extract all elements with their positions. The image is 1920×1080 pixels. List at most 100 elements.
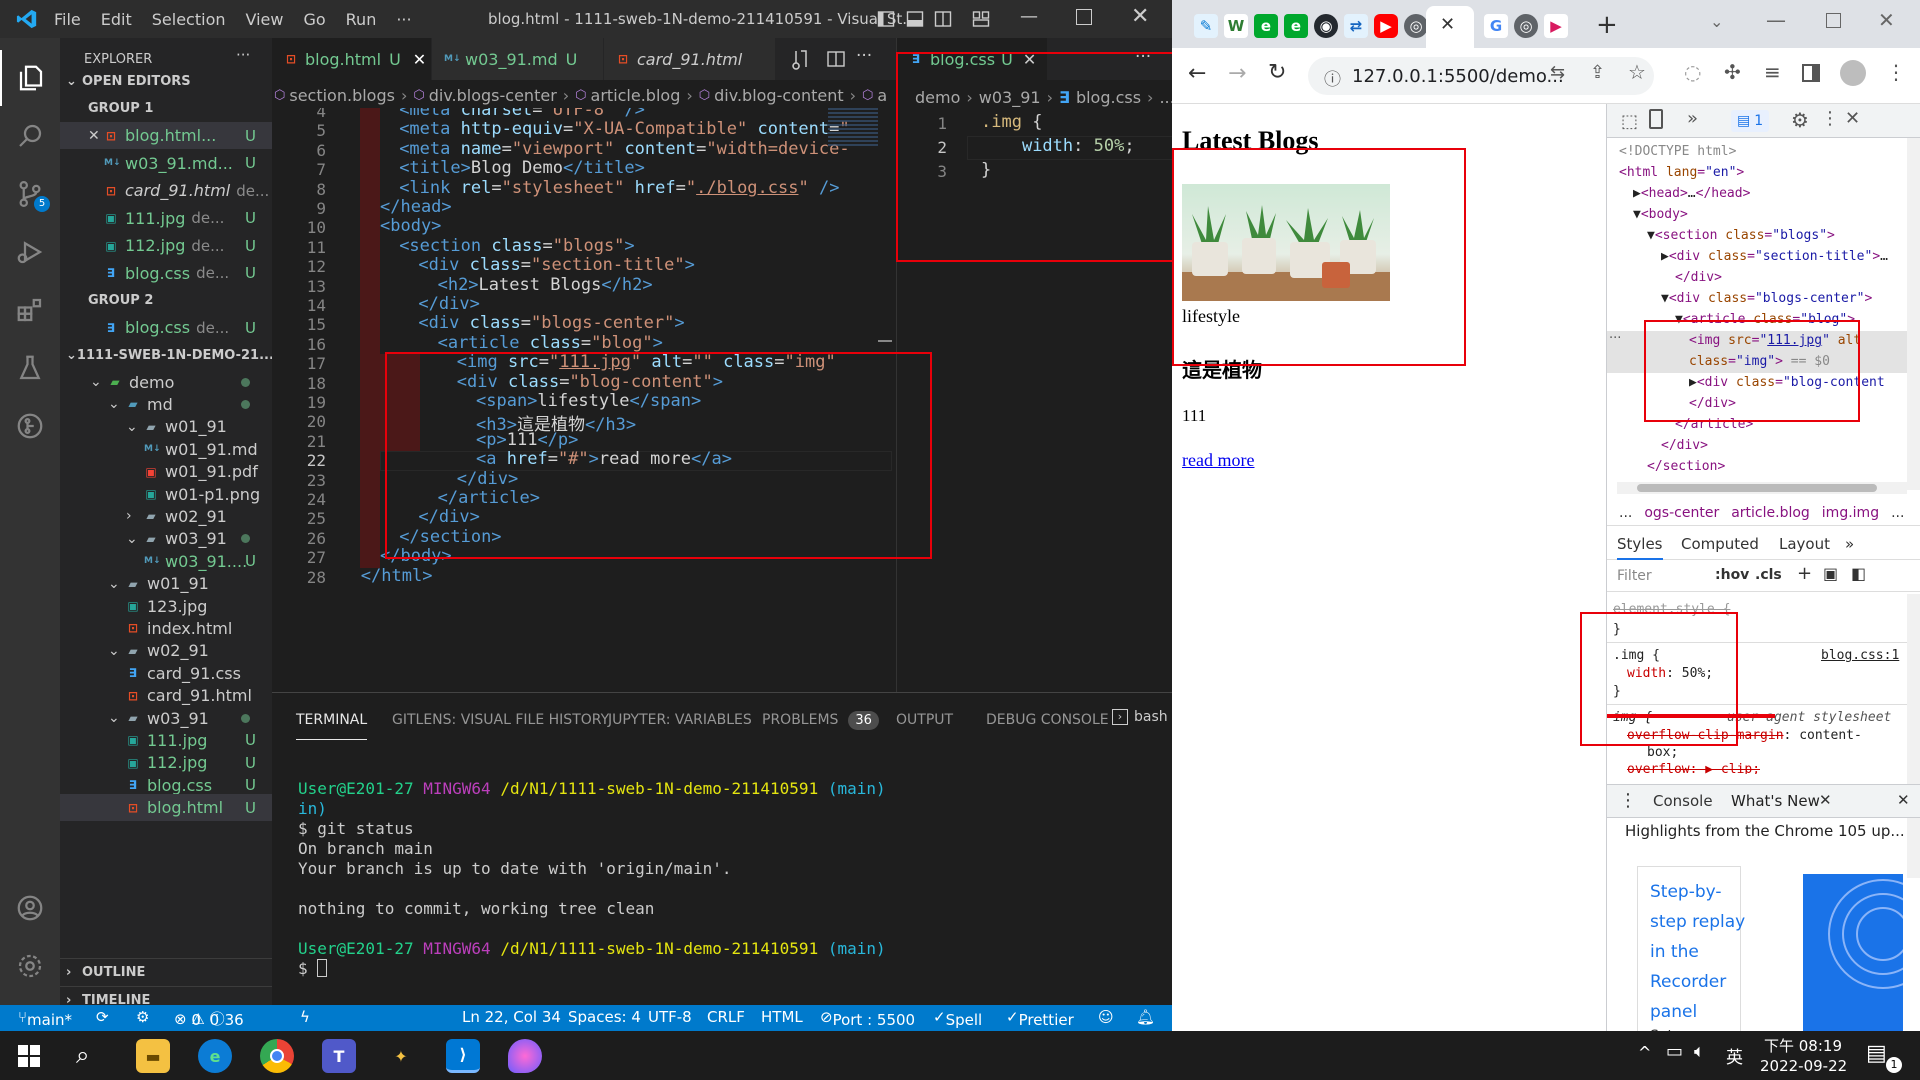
menu-[interactable]: ··· bbox=[396, 10, 411, 29]
close-tab-icon[interactable]: ✕ bbox=[1440, 14, 1455, 35]
extension-icon[interactable]: ◌ bbox=[1684, 60, 1701, 84]
teams-icon[interactable]: T bbox=[322, 1039, 356, 1073]
network-icon[interactable]: ▭ bbox=[1666, 1041, 1683, 1062]
dom-node[interactable]: ▼<section class="blogs"> bbox=[1647, 228, 1835, 243]
customize-layout-icon[interactable] bbox=[972, 10, 990, 28]
explorer-icon[interactable] bbox=[0, 50, 60, 106]
git-gui-icon[interactable]: ✦ bbox=[384, 1039, 418, 1073]
volume-icon[interactable]: 🔈︎ bbox=[1694, 1041, 1705, 1062]
close-window-icon[interactable]: ✕ bbox=[1131, 4, 1149, 29]
dom-breadcrumb-item[interactable]: ogs-center bbox=[1644, 505, 1719, 521]
settings-gear-icon[interactable] bbox=[0, 938, 60, 994]
app-balloon-icon[interactable] bbox=[508, 1039, 542, 1073]
layout-sidebar-icon[interactable] bbox=[877, 10, 895, 28]
elements-tree[interactable]: <!DOCTYPE html> <html lang="en"> ▶<head>…<… bbox=[1607, 138, 1907, 490]
back-icon[interactable]: ← bbox=[1188, 61, 1206, 86]
feedback-icon[interactable]: ☺ bbox=[1098, 1008, 1114, 1026]
dom-node[interactable]: ▼<div class="blogs-center"> bbox=[1661, 291, 1872, 306]
drawer-tab-what-s-new[interactable]: What's New bbox=[1731, 792, 1820, 810]
sync-icon[interactable]: ⟳ bbox=[96, 1008, 109, 1026]
language-mode[interactable]: HTML bbox=[761, 1008, 803, 1026]
dom-node[interactable]: </div> bbox=[1661, 438, 1708, 453]
drawer-tab-console[interactable]: Console bbox=[1653, 792, 1713, 810]
problems-status[interactable]: ⊗ 0 ⚠ 0 ⓘ 36 bbox=[174, 1008, 244, 1029]
menu-file[interactable]: File bbox=[54, 10, 81, 29]
spell-check[interactable]: ✓ Spell bbox=[933, 1008, 982, 1029]
breadcrumb-item[interactable]: demo bbox=[915, 88, 960, 107]
tab-favicon-youtube-icon[interactable]: ▶ bbox=[1374, 14, 1398, 38]
breadcrumb-item[interactable]: div.blogs-center bbox=[429, 86, 557, 105]
live-server-port[interactable]: ⊘ Port : 5500 bbox=[820, 1008, 915, 1029]
dom-breadcrumb-item[interactable]: img.img bbox=[1822, 505, 1879, 521]
inspect-element-icon[interactable]: ⬚ bbox=[1621, 111, 1638, 132]
reading-list-icon[interactable]: ≡ bbox=[1764, 60, 1781, 84]
dom-node[interactable]: </section> bbox=[1647, 459, 1725, 474]
dom-node[interactable]: ▶<div class="blog-content bbox=[1689, 375, 1885, 390]
tray-overflow-icon[interactable]: ^ bbox=[1638, 1043, 1651, 1062]
tab-favicon-github-icon[interactable]: ◉ bbox=[1314, 14, 1338, 38]
open-editor-item[interactable]: ∃ blog.css de... U bbox=[60, 314, 272, 341]
tab-favicon-google-icon[interactable]: G bbox=[1484, 14, 1508, 38]
close-tab-icon[interactable]: ✕ bbox=[1023, 50, 1036, 69]
branch-status[interactable]: ⑂ main* bbox=[18, 1008, 72, 1029]
tab-favicon-edit-icon[interactable]: ✎ bbox=[1194, 14, 1218, 38]
project-folder-section[interactable]: ⌄ 1111-SWEB-1N-DEMO-21... bbox=[60, 342, 272, 369]
device-toolbar-icon[interactable] bbox=[1649, 109, 1663, 129]
css-code[interactable]: 1 .img {2 width: 50%; 3} bbox=[897, 108, 1172, 228]
maximize-icon[interactable] bbox=[1076, 9, 1092, 25]
shell-selector[interactable]: › bash bbox=[1112, 709, 1168, 725]
tab-card_91-html[interactable]: ⊡ card_91.html bbox=[604, 38, 776, 80]
menu-selection[interactable]: Selection bbox=[152, 10, 226, 29]
dom-node[interactable]: <!DOCTYPE html> bbox=[1619, 144, 1736, 159]
console-issues-badge[interactable]: ▤ 1 bbox=[1731, 110, 1770, 132]
open-editor-item[interactable]: ⊡ card_91.html de... bbox=[60, 177, 272, 204]
extensions-icon[interactable] bbox=[0, 282, 60, 338]
css-editor-more-icon[interactable]: ··· bbox=[1135, 47, 1151, 67]
styles-tab-styles[interactable]: Styles bbox=[1617, 535, 1663, 560]
cls-toggle[interactable]: .cls bbox=[1755, 567, 1782, 583]
taskbar-search-icon[interactable]: ⌕ bbox=[76, 1041, 89, 1069]
panel-tab-debug-console[interactable]: DEBUG CONSOLE bbox=[986, 693, 1109, 747]
tab-favicon-evernote-icon[interactable]: e bbox=[1254, 14, 1278, 38]
read-more-link[interactable]: read more bbox=[1182, 450, 1254, 471]
reload-icon[interactable]: ↻ bbox=[1268, 60, 1286, 85]
tab-favicon-w-icon[interactable]: W bbox=[1224, 14, 1248, 38]
dom-node[interactable]: ▼<body> bbox=[1633, 207, 1688, 222]
profile-avatar[interactable] bbox=[1840, 60, 1866, 86]
minimize-icon[interactable]: — bbox=[1020, 6, 1038, 27]
notifications-icon[interactable]: 🔔︎ bbox=[1136, 1008, 1155, 1026]
minimize-icon[interactable]: — bbox=[1766, 8, 1786, 32]
extensions-puzzle-icon[interactable]: ✣ bbox=[1724, 60, 1741, 84]
open-editor-item[interactable]: ▣ 111.jpg de... U bbox=[60, 205, 272, 232]
ime-indicator[interactable]: 英 bbox=[1726, 1043, 1743, 1068]
encoding[interactable]: UTF-8 bbox=[648, 1008, 692, 1026]
bookmark-star-icon[interactable]: ☆ bbox=[1628, 60, 1646, 84]
breadcrumb-item[interactable]: blog.css bbox=[1076, 88, 1141, 107]
more-tabs-icon[interactable]: » bbox=[1687, 108, 1698, 129]
dom-node[interactable]: <html lang="en"> bbox=[1619, 165, 1744, 180]
split-editor-icon[interactable] bbox=[826, 49, 846, 69]
clock-date[interactable]: 2022-09-22 bbox=[1760, 1057, 1847, 1075]
devtools-settings-gear-icon[interactable]: ⚙ bbox=[1791, 108, 1809, 132]
action-center-icon[interactable]: ▤ bbox=[1866, 1041, 1887, 1066]
testing-icon[interactable] bbox=[0, 340, 60, 396]
open-editor-item[interactable]: ∃ blog.css de... U bbox=[60, 260, 272, 287]
styles-tab-[interactable]: » bbox=[1845, 535, 1854, 553]
tab-favicon-chrome2-icon[interactable]: ◎ bbox=[1514, 14, 1538, 38]
menu-view[interactable]: View bbox=[246, 10, 284, 29]
source-control-icon[interactable]: 5 bbox=[0, 166, 60, 222]
vscode-taskbar-icon[interactable]: ⟩ bbox=[446, 1039, 480, 1073]
eol[interactable]: CRLF bbox=[707, 1008, 745, 1026]
whats-new-card[interactable]: Step-by-step replayin theRecorderpanelSe… bbox=[1637, 866, 1745, 1031]
menu-edit[interactable]: Edit bbox=[101, 10, 132, 29]
panel-tab-terminal[interactable]: TERMINAL bbox=[296, 700, 368, 740]
windows-start-icon[interactable] bbox=[18, 1045, 40, 1067]
file-explorer-icon[interactable]: ▬ bbox=[136, 1039, 170, 1073]
editor-scrollbar[interactable] bbox=[878, 340, 892, 342]
dom-node[interactable]: </div> bbox=[1689, 396, 1736, 411]
dom-breadcrumb-item[interactable]: article.blog bbox=[1731, 505, 1810, 521]
computed-sidebar-icon[interactable]: ◧ bbox=[1851, 564, 1866, 583]
drawer-menu-icon[interactable]: ⋮ bbox=[1619, 790, 1637, 811]
breadcrumb-item[interactable]: w03_91 bbox=[979, 88, 1041, 107]
hov-toggle[interactable]: :hov bbox=[1715, 567, 1749, 583]
